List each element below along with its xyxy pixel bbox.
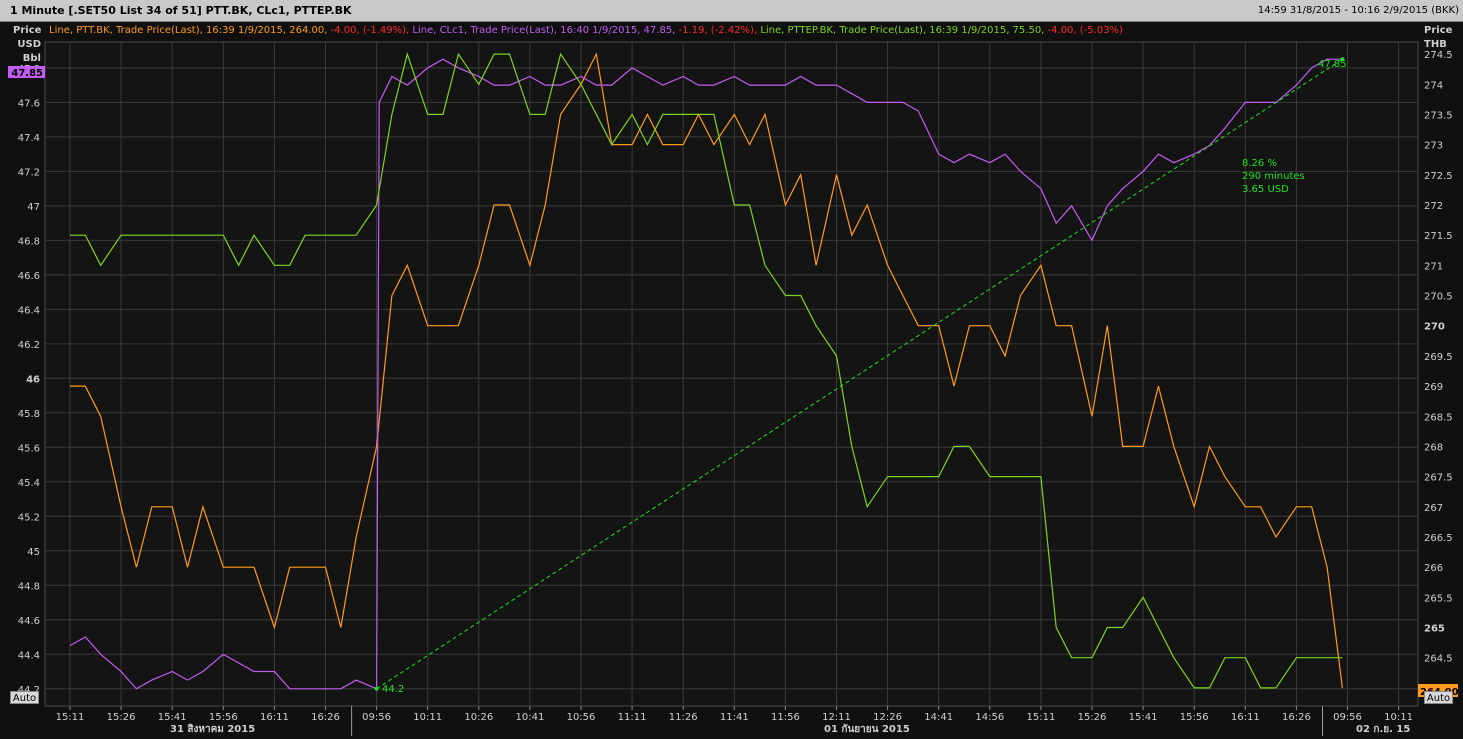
left-y-axis[interactable]: 44.244.444.644.84545.245.445.645.84646.2… xyxy=(18,64,40,696)
x-tick-label: 12:11 xyxy=(822,712,851,723)
x-tick-label: 15:11 xyxy=(1026,712,1055,723)
x-tick-label: 15:56 xyxy=(1180,712,1209,723)
x-tick-label: 10:26 xyxy=(464,712,493,723)
x-tick-label: 10:11 xyxy=(413,712,442,723)
right-y-axis[interactable]: 264264.5265265.5266266.5267267.5268268.5… xyxy=(1424,50,1453,695)
left-tick-label: 46 xyxy=(26,374,40,385)
right-tick-label: 273 xyxy=(1424,141,1443,152)
left-tick-label: 44.4 xyxy=(18,650,40,661)
left-tick-label: 45 xyxy=(27,547,40,558)
x-tick-label: 15:26 xyxy=(107,712,136,723)
auto-scale-right-button[interactable]: Auto xyxy=(1424,691,1453,704)
trend-minutes: 290 minutes xyxy=(1242,171,1305,182)
left-tick-label: 45.2 xyxy=(18,512,40,523)
x-tick-label: 16:11 xyxy=(1231,712,1260,723)
right-tick-label: 267.5 xyxy=(1424,473,1453,484)
x-tick-label: 11:11 xyxy=(618,712,647,723)
right-tick-label: 266.5 xyxy=(1424,533,1453,544)
x-tick-label: 09:56 xyxy=(362,712,391,723)
x-tick-label: 09:56 xyxy=(1333,712,1362,723)
right-tick-label: 268 xyxy=(1424,442,1443,453)
x-tick-label: 15:41 xyxy=(1129,712,1158,723)
right-tick-label: 270 xyxy=(1424,322,1445,333)
right-tick-label: 271 xyxy=(1424,261,1443,272)
right-tick-label: 270.5 xyxy=(1424,292,1453,303)
right-tick-label: 265 xyxy=(1424,624,1445,635)
right-tick-label: 264.5 xyxy=(1424,654,1453,665)
right-tick-label: 266 xyxy=(1424,563,1443,574)
date-label-2: 01 กันยายน 2015 xyxy=(824,723,910,735)
plot-area xyxy=(44,41,1419,707)
x-tick-label: 10:41 xyxy=(515,712,544,723)
x-tick-label: 11:56 xyxy=(771,712,800,723)
left-tick-label: 47.4 xyxy=(18,133,40,144)
left-tick-label: 47.6 xyxy=(18,98,40,109)
right-tick-label: 265.5 xyxy=(1424,593,1453,604)
date-label-1: 31 สิงหาคม 2015 xyxy=(170,723,255,735)
left-tick-label: 47.2 xyxy=(18,167,40,178)
left-tick-label: 44.8 xyxy=(18,581,40,592)
x-tick-label: 15:26 xyxy=(1078,712,1107,723)
right-tick-label: 274.5 xyxy=(1424,50,1453,61)
trend-usd: 3.65 USD xyxy=(1242,184,1289,195)
x-tick-label: 15:11 xyxy=(56,712,85,723)
trend-end-label: 47.85 xyxy=(1318,59,1347,70)
x-tick-label: 16:26 xyxy=(1282,712,1311,723)
x-tick-label: 14:56 xyxy=(975,712,1004,723)
right-tick-label: 273.5 xyxy=(1424,110,1453,121)
left-tick-label: 46.6 xyxy=(18,271,40,282)
left-tick-label: 45.8 xyxy=(18,409,40,420)
left-tick-label: 44.6 xyxy=(18,616,40,627)
right-tick-label: 272.5 xyxy=(1424,171,1453,182)
left-tick-label: 46.8 xyxy=(18,236,40,247)
right-tick-label: 269.5 xyxy=(1424,352,1453,363)
x-tick-label: 10:11 xyxy=(1384,712,1413,723)
x-tick-label: 16:11 xyxy=(260,712,289,723)
x-tick-label: 12:26 xyxy=(873,712,902,723)
left-tick-label: 46.4 xyxy=(18,305,40,316)
right-tick-label: 271.5 xyxy=(1424,231,1453,242)
right-tick-label: 267 xyxy=(1424,503,1443,514)
price-chart[interactable]: 44.2 44.4 44.6 44.8 45 45.2 45.4 45.6 45.8 46 46.2… xyxy=(0,0,1463,739)
right-tick-label: 274 xyxy=(1424,80,1443,91)
left-last-badge: 47.85 xyxy=(11,68,43,79)
auto-scale-left-button[interactable]: Auto xyxy=(10,691,39,704)
x-axis[interactable]: 15:11 15:26 15:41 15:56 16:11 16:26 09:56 10:11… xyxy=(56,706,1413,736)
x-tick-label: 14:41 xyxy=(924,712,953,723)
left-tick-label: 45.4 xyxy=(18,478,40,489)
trend-start-handle[interactable] xyxy=(374,686,379,691)
chart-window: 1 Minute [.SET50 List 34 of 51] PTT.BK, … xyxy=(0,0,1463,739)
x-tick-label: 11:26 xyxy=(669,712,698,723)
date-label-3: 02 ก.ย. 15 xyxy=(1356,724,1410,735)
right-tick-label: 268.5 xyxy=(1424,412,1453,423)
right-tick-label: 272 xyxy=(1424,201,1443,212)
x-tick-label: 16:26 xyxy=(311,712,340,723)
x-tick-label: 15:41 xyxy=(158,712,187,723)
x-tick-label: 15:56 xyxy=(209,712,238,723)
x-tick-label: 11:41 xyxy=(720,712,749,723)
x-tick-label: 10:56 xyxy=(567,712,596,723)
left-tick-label: 47 xyxy=(27,202,40,213)
trend-start-label: 44.2 xyxy=(382,684,404,695)
left-tick-label: 46.2 xyxy=(18,340,40,351)
right-tick-label: 269 xyxy=(1424,382,1443,393)
left-tick-label: 45.6 xyxy=(18,443,40,454)
trend-percent: 8.26 % xyxy=(1242,158,1277,169)
